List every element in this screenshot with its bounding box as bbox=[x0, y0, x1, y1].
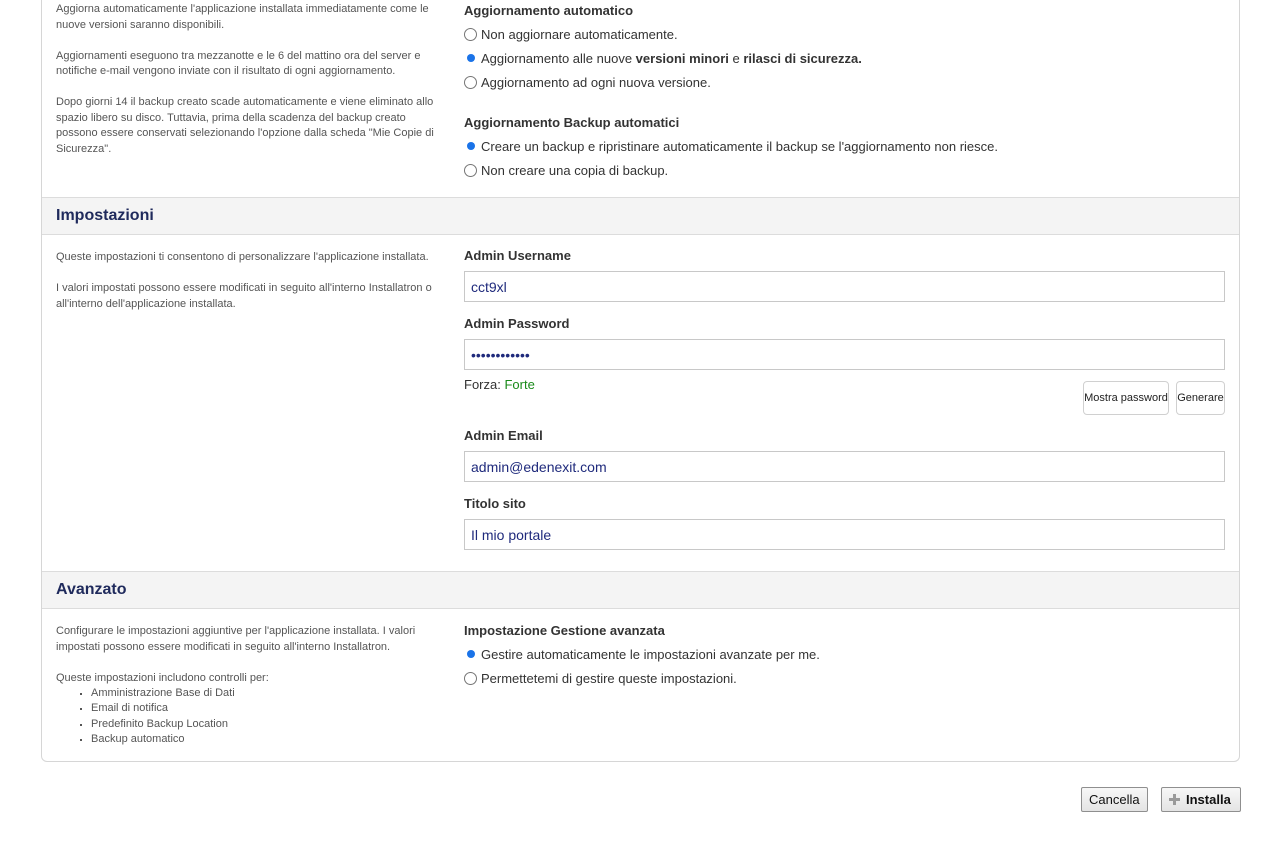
list-item: Email di notifica bbox=[91, 701, 436, 716]
radio-label: Gestire automaticamente le impostazioni … bbox=[481, 646, 820, 662]
radio-every-version-update[interactable]: Aggiornamento ad ogni nuova versione. bbox=[464, 70, 1226, 94]
site-title-input[interactable] bbox=[464, 519, 1225, 550]
auto-update-desc-1: Aggiorna automaticamente l'applicazione … bbox=[56, 3, 429, 31]
advanced-options: Impostazione Gestione avanzata Gestire a… bbox=[464, 622, 1226, 690]
auto-backup-title: Aggiornamento Backup automatici bbox=[464, 115, 680, 130]
radio-label: Aggiornamento alle nuove versioni minori… bbox=[481, 51, 862, 66]
radio-label: Aggiornamento ad ogni nuova versione. bbox=[481, 74, 711, 90]
controls-intro: Queste impostazioni includono controlli … bbox=[56, 671, 269, 684]
radio-create-backup[interactable]: Creare un backup e ripristinare automati… bbox=[464, 134, 1226, 158]
radio-button-selected[interactable] bbox=[464, 140, 477, 153]
generate-password-button[interactable]: Generare bbox=[1176, 381, 1225, 415]
advanced-desc: Configurare le impostazioni aggiuntive p… bbox=[56, 625, 416, 653]
install-form-panel: Aggiorna automaticamente l'applicazione … bbox=[41, 0, 1240, 762]
list-item: Predefinito Backup Location bbox=[91, 717, 436, 732]
admin-email-input[interactable] bbox=[464, 451, 1225, 482]
settings-fields-lower: Admin Email Titolo sito bbox=[464, 428, 1226, 550]
radio-button-selected[interactable] bbox=[464, 648, 477, 661]
radio-no-auto-update[interactable]: Non aggiornare automaticamente. bbox=[464, 22, 1226, 46]
install-button[interactable]: Installa bbox=[1161, 787, 1241, 812]
radio-label-bold: versioni minori bbox=[635, 50, 729, 66]
admin-email-label: Admin Email bbox=[464, 428, 543, 443]
radio-auto-manage-advanced[interactable]: Gestire automaticamente le impostazioni … bbox=[464, 642, 1226, 666]
radio-label: Creare un backup e ripristinare automati… bbox=[481, 138, 998, 154]
admin-username-input[interactable] bbox=[464, 271, 1225, 302]
strength-value: Forte bbox=[504, 377, 535, 392]
show-password-button[interactable]: Mostra password bbox=[1083, 381, 1169, 415]
radio-label-part: e bbox=[728, 50, 744, 66]
auto-update-desc-3: Dopo giorni 14 il backup creato scade au… bbox=[56, 96, 434, 155]
settings-desc-2: I valori impostati possono essere modifi… bbox=[56, 282, 432, 310]
auto-update-title: Aggiornamento automatico bbox=[464, 3, 634, 18]
auto-update-description: Aggiorna automaticamente l'applicazione … bbox=[56, 2, 436, 173]
strength-label: Forza: bbox=[464, 377, 501, 392]
radio-label: Non aggiornare automaticamente. bbox=[481, 26, 678, 42]
radio-button[interactable] bbox=[464, 671, 477, 685]
advanced-management-title: Impostazione Gestione avanzata bbox=[464, 623, 665, 638]
list-item: Amministrazione Base di Dati bbox=[91, 686, 436, 701]
install-button-label: Installa bbox=[1186, 792, 1231, 807]
settings-section-header: Impostazioni bbox=[42, 197, 1239, 235]
radio-button[interactable] bbox=[464, 75, 477, 89]
cancel-button[interactable]: Cancella bbox=[1081, 787, 1148, 812]
plus-icon bbox=[1169, 794, 1180, 805]
radio-label: Permettetemi di gestire queste impostazi… bbox=[481, 670, 737, 686]
radio-button[interactable] bbox=[464, 163, 477, 177]
advanced-section-title: Avanzato bbox=[56, 581, 127, 598]
admin-password-input[interactable] bbox=[464, 339, 1225, 370]
radio-manual-manage-advanced[interactable]: Permettetemi di gestire queste impostazi… bbox=[464, 666, 1226, 690]
auto-update-options: Aggiornamento automatico Non aggiornare … bbox=[464, 2, 1226, 182]
radio-minor-security-update[interactable]: Aggiornamento alle nuove versioni minori… bbox=[464, 46, 1226, 70]
admin-password-label: Admin Password bbox=[464, 316, 570, 331]
radio-label: Non creare una copia di backup. bbox=[481, 162, 669, 178]
radio-label-bold: rilasci di sicurezza. bbox=[743, 50, 862, 66]
radio-button-selected[interactable] bbox=[464, 52, 477, 65]
list-item: Backup automatico bbox=[91, 732, 436, 747]
settings-description: Queste impostazioni ti consentono di per… bbox=[56, 250, 436, 328]
advanced-description: Configurare le impostazioni aggiuntive p… bbox=[56, 624, 436, 747]
admin-username-label: Admin Username bbox=[464, 248, 571, 263]
radio-no-backup[interactable]: Non creare una copia di backup. bbox=[464, 158, 1226, 182]
radio-button[interactable] bbox=[464, 27, 477, 41]
radio-label-part: Aggiornamento alle nuove bbox=[481, 50, 636, 66]
settings-section-title: Impostazioni bbox=[56, 207, 154, 224]
advanced-section-header: Avanzato bbox=[42, 571, 1239, 609]
site-title-label: Titolo sito bbox=[464, 496, 526, 511]
auto-update-desc-2: Aggiornamenti eseguono tra mezzanotte e … bbox=[56, 49, 421, 78]
settings-fields: Admin Username Admin Password Forza: For… bbox=[464, 248, 1226, 392]
controls-list: Amministrazione Base di Dati Email di no… bbox=[56, 686, 436, 747]
settings-desc-1: Queste impostazioni ti consentono di per… bbox=[56, 251, 429, 263]
